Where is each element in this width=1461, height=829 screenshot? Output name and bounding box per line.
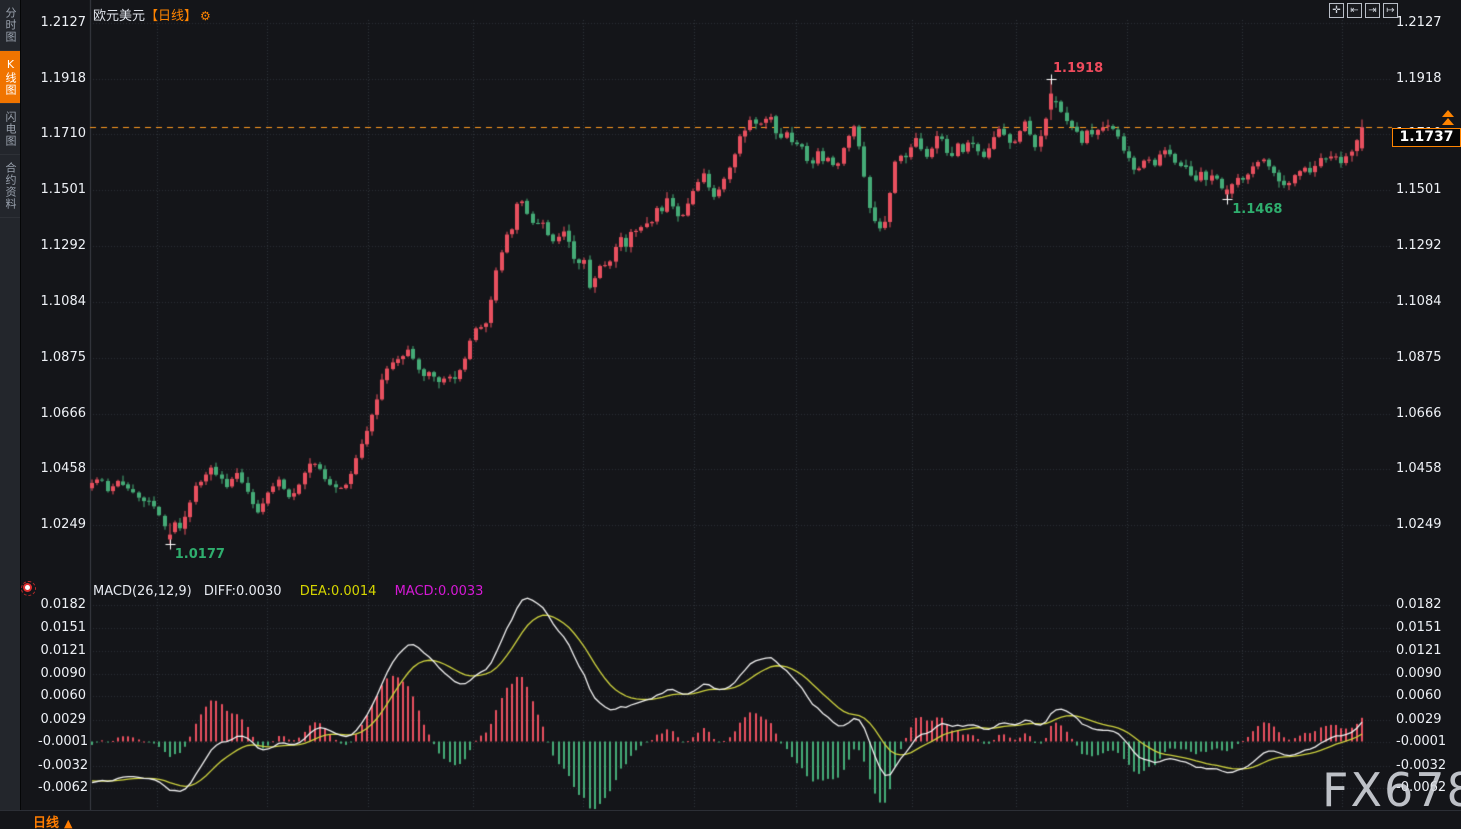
chart-toolbar: ✛⇤⇥↦ (1329, 3, 1398, 18)
price-axis-label-right: 1.0458 (1396, 461, 1442, 476)
macd-axis-label-left: 0.0121 (38, 643, 86, 658)
price-up-arrows-icon (1442, 110, 1454, 126)
scale-left-icon[interactable]: ⇤ (1347, 3, 1362, 18)
price-axis-label-right: 1.0666 (1396, 406, 1442, 421)
macd-axis-label-left: -0.0062 (38, 780, 86, 795)
left-tab-bar: 分时图K线图闪电图合约资料 (0, 0, 21, 810)
price-axis-label-right: 1.0875 (1396, 350, 1442, 365)
period-selector[interactable]: 日线 ▲ (33, 812, 72, 829)
price-axis-label-left: 1.1501 (38, 182, 86, 197)
macd-axis-label-right: 0.0029 (1396, 712, 1442, 727)
price-annotation: 1.1468 (1232, 202, 1282, 217)
macd-axis-label-right: 0.0182 (1396, 597, 1442, 612)
macd-axis-label-right: -0.0001 (1396, 734, 1446, 749)
watermark: FX678 (1322, 763, 1461, 817)
macd-axis-label-left: 0.0151 (38, 620, 86, 635)
price-annotation: 1.1918 (1053, 61, 1103, 76)
macd-macd-value: MACD:0.0033 (395, 584, 484, 599)
chart-canvas[interactable] (0, 0, 1461, 829)
macd-axis-label-left: 0.0029 (38, 712, 86, 727)
current-price-tag: 1.1737 (1392, 128, 1461, 147)
chart-window: 分时图K线图闪电图合约资料 欧元美元【日线】⚙ ✛⇤⇥↦ MACD(26,12,… (0, 0, 1461, 829)
sidebar-tab-4[interactable]: 合约资料 (0, 155, 20, 218)
chart-title: 欧元美元【日线】⚙ (93, 5, 211, 24)
price-axis-label-right: 1.1084 (1396, 294, 1442, 309)
scale-right-icon[interactable]: ⇥ (1365, 3, 1380, 18)
price-axis-label-left: 1.2127 (38, 15, 86, 30)
price-axis-label-left: 1.0458 (38, 461, 86, 476)
up-triangle-icon (1442, 118, 1454, 125)
price-axis-label-left: 1.1918 (38, 71, 86, 86)
pan-right-icon[interactable]: ↦ (1383, 3, 1398, 18)
macd-header: MACD(26,12,9) DIFF:0.0030 DEA:0.0014 MAC… (93, 584, 483, 599)
price-axis-label-left: 1.1710 (38, 126, 86, 141)
macd-axis-label-left: 0.0090 (38, 666, 86, 681)
indicator-settings-icon[interactable] (21, 581, 34, 594)
sidebar-tab-3[interactable]: 闪电图 (0, 104, 20, 155)
macd-axis-label-right: 0.0090 (1396, 666, 1442, 681)
sidebar-tab-1[interactable]: 分时图 (0, 0, 20, 51)
settings-gear-icon[interactable]: ⚙ (200, 9, 211, 23)
macd-diff-value: DIFF:0.0030 (204, 584, 282, 599)
up-triangle-icon (1442, 110, 1454, 117)
symbol-name: 欧元美元 (93, 9, 145, 24)
macd-params-label: MACD(26,12,9) (93, 584, 192, 599)
crosshair-icon[interactable]: ✛ (1329, 3, 1344, 18)
price-axis-label-right: 1.1292 (1396, 238, 1442, 253)
price-axis-label-right: 1.1501 (1396, 182, 1442, 197)
macd-axis-label-left: -0.0001 (38, 734, 86, 749)
macd-axis-label-left: 0.0060 (38, 688, 86, 703)
time-axis-strip (0, 810, 1461, 829)
macd-dea-value: DEA:0.0014 (300, 584, 377, 599)
macd-axis-label-right: 0.0060 (1396, 688, 1442, 703)
price-axis-label-left: 1.1292 (38, 238, 86, 253)
price-axis-label-left: 1.0875 (38, 350, 86, 365)
chevron-up-icon: ▲ (64, 817, 72, 829)
sidebar-tab-2[interactable]: K线图 (0, 51, 20, 104)
price-annotation: 1.0177 (175, 547, 225, 562)
period-selector-label: 日线 (33, 816, 59, 829)
price-axis-label-right: 1.0249 (1396, 517, 1442, 532)
macd-axis-label-left: 0.0182 (38, 597, 86, 612)
macd-axis-label-right: 0.0151 (1396, 620, 1442, 635)
price-axis-label-right: 1.1918 (1396, 71, 1442, 86)
sidebar-filler (0, 218, 20, 810)
macd-axis-label-left: -0.0032 (38, 758, 86, 773)
period-badge: 【日线】 (145, 9, 197, 24)
price-axis-label-left: 1.1084 (38, 294, 86, 309)
macd-axis-label-right: 0.0121 (1396, 643, 1442, 658)
price-axis-label-right: 1.2127 (1396, 15, 1442, 30)
indicator-dot (25, 585, 30, 590)
price-axis-label-left: 1.0666 (38, 406, 86, 421)
price-axis-label-left: 1.0249 (38, 517, 86, 532)
